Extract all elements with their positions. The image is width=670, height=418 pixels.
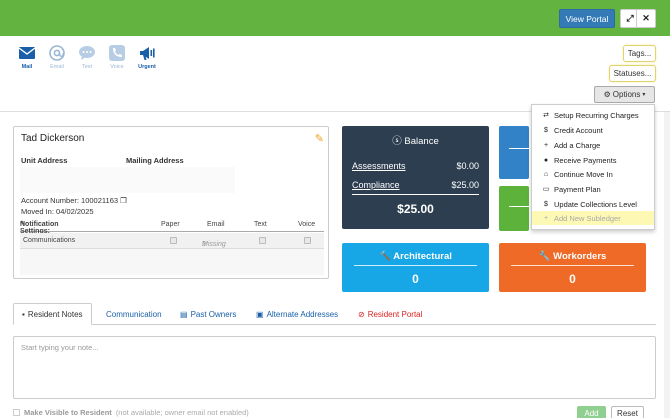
profile-empty-area [20, 249, 324, 275]
workorders-count: 0 [569, 272, 576, 286]
dollar-icon: $ [544, 126, 548, 134]
comm-text[interactable]: Text [76, 44, 98, 70]
resident-tabs: ▪ Resident Notes Communication ▤ Past Owne… [13, 303, 656, 325]
edit-pencil-icon[interactable]: ✎ [315, 132, 324, 145]
partially-hidden-tile-2 [499, 186, 529, 231]
email-icon [49, 45, 65, 61]
tab-communication[interactable]: Communication [106, 303, 162, 325]
note-footer: Make Visible to Resident (not available;… [13, 408, 249, 417]
visible-to-resident-checkbox[interactable] [13, 409, 20, 416]
note-area [13, 336, 656, 399]
voice-checkbox[interactable] [304, 237, 311, 244]
recurring-icon: ⇄ [543, 112, 549, 119]
options-menu: ⇄ Setup Recurring Charges $ Credit Account… [531, 104, 655, 230]
menu-item-payment-plan[interactable]: ▭ Payment Plan [532, 182, 654, 196]
partially-hidden-tile [499, 126, 529, 179]
coin-icon: ● [543, 156, 549, 164]
assessments-row: Assessments $0.00 [352, 161, 479, 171]
mail-icon [18, 47, 36, 59]
urgent-icon [140, 47, 155, 60]
menu-item-receive-payments[interactable]: ● Receive Payments [532, 153, 654, 167]
dollar-icon: $ [544, 200, 548, 208]
menu-item-add-a-charge[interactable]: + Add a Charge [532, 138, 654, 152]
architectural-count: 0 [412, 272, 419, 286]
notification-settings-header: Notification Settings: ^ Paper Email Tex… [20, 221, 324, 235]
comm-voice[interactable]: Voice [106, 44, 128, 70]
question-icon: ? [202, 241, 206, 248]
chevron-up-icon: ^ [20, 221, 25, 228]
menu-item-setup-recurring-charges[interactable]: ⇄ Setup Recurring Charges [532, 108, 654, 122]
menu-item-add-new-subledger[interactable]: + Add New Subledger [532, 211, 654, 225]
architectural-tile[interactable]: 🔨 Architectural 0 [342, 243, 489, 292]
page-scrollbar[interactable] [664, 112, 670, 418]
compliance-link[interactable]: Compliance [352, 180, 400, 190]
reset-note-button[interactable]: Reset [611, 406, 644, 418]
options-button[interactable]: ⚙ Options ▾ [594, 86, 655, 103]
unit-address-label: Unit Address [21, 156, 68, 165]
workorders-tile[interactable]: 🔧 Workorders 0 [499, 243, 646, 292]
balance-divider [352, 194, 479, 195]
balance-tile: ⓢ Balance Assessments $0.00 Compliance $… [342, 126, 489, 229]
view-portal-button[interactable]: View Portal [559, 9, 615, 28]
plus-icon: + [543, 141, 549, 149]
notification-row-communications: Communications Missing ? [20, 233, 324, 249]
hammer-icon: 🔨 [379, 251, 391, 262]
text-icon [79, 46, 95, 60]
gears-icon: ⚙ [603, 90, 611, 99]
voice-icon [109, 45, 125, 61]
paper-checkbox[interactable] [170, 237, 177, 244]
tags-button[interactable]: Tags... [623, 45, 656, 62]
home-icon: ⌂ [543, 170, 549, 178]
tab-resident-portal[interactable]: ⊘ Resident Portal [358, 303, 422, 325]
balance-title: ⓢ Balance [392, 136, 439, 147]
add-note-button[interactable]: Add [577, 406, 606, 418]
address-block [20, 167, 235, 193]
assessments-link[interactable]: Assessments [352, 161, 406, 171]
copy-icon[interactable]: ❐ [120, 196, 127, 205]
card-icon: ▭ [542, 186, 550, 193]
resident-name: Tad Dickerson [21, 133, 85, 144]
menu-item-update-collections-level[interactable]: $ Update Collections Level [532, 197, 654, 211]
tab-resident-notes[interactable]: ▪ Resident Notes [13, 303, 92, 325]
list-icon: ▤ [180, 309, 188, 319]
comm-mail[interactable]: Mail [16, 44, 38, 70]
comm-email[interactable]: Email [46, 44, 68, 70]
compliance-row: Compliance $25.00 [352, 180, 479, 190]
resident-profile-card: Tad Dickerson ✎ Unit Address Mailing Add… [13, 126, 329, 279]
close-icon[interactable]: ✕ [636, 9, 656, 28]
dollar-circle-icon: ⓢ [392, 136, 402, 147]
comm-urgent[interactable]: Urgent [136, 44, 158, 70]
menu-item-continue-move-in[interactable]: ⌂ Continue Move In [532, 167, 654, 181]
moved-in-date: Moved In: 04/02/2025 [21, 207, 94, 216]
address-card-icon: ▣ [256, 309, 264, 319]
wrench-icon: 🔧 [538, 251, 551, 262]
plus-icon: + [543, 214, 549, 222]
note-icon: ▪ [22, 309, 25, 319]
statuses-button[interactable]: Statuses... [609, 65, 656, 82]
caret-down-icon: ▾ [642, 92, 646, 98]
communication-preferences: Mail Email Text Voice Urgent [16, 44, 158, 70]
ban-icon: ⊘ [358, 309, 365, 319]
tab-past-owners[interactable]: ▤ Past Owners [180, 303, 236, 325]
account-number: Account Number: 100021163 ❐ [21, 196, 127, 205]
mailing-address-label: Mailing Address [126, 156, 184, 165]
note-input[interactable] [14, 337, 655, 398]
tab-alternate-addresses[interactable]: ▣ Alternate Addresses [256, 303, 338, 325]
text-checkbox[interactable] [259, 237, 266, 244]
menu-item-credit-account[interactable]: $ Credit Account [532, 123, 654, 137]
balance-total: $25.00 [397, 202, 434, 216]
